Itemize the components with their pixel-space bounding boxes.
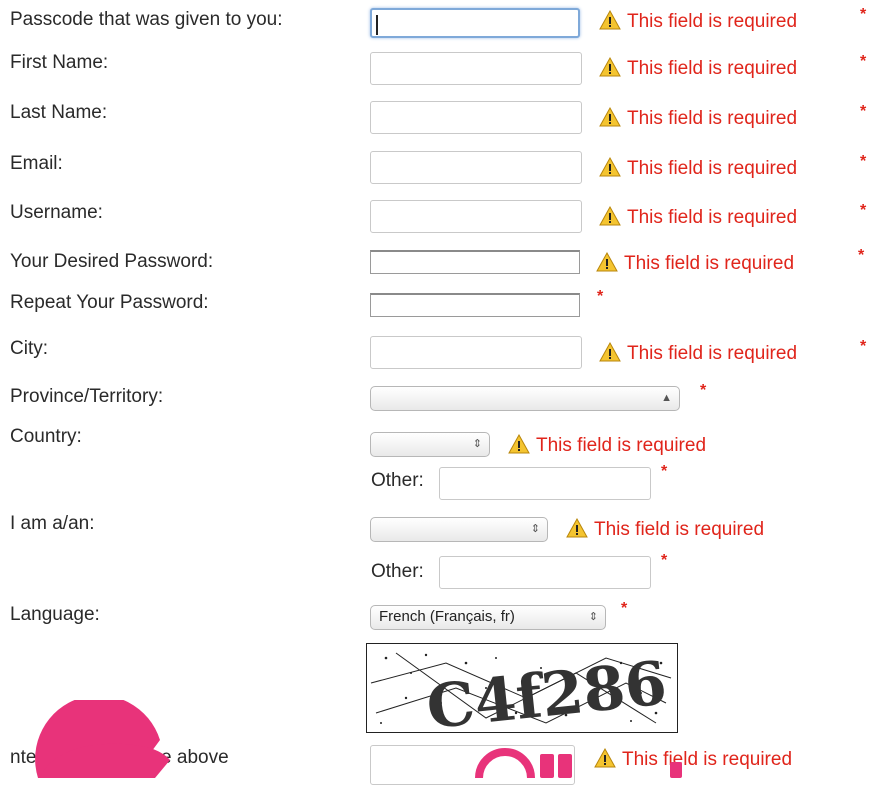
- required-star: *: [860, 103, 867, 120]
- label-password: Your Desired Password:: [10, 251, 214, 272]
- label-language: Language:: [10, 604, 100, 625]
- warning-icon: [599, 206, 621, 226]
- overlay-blob: [40, 743, 170, 778]
- label-province: Province/Territory:: [10, 386, 164, 407]
- label-occupation: I am a/an:: [10, 513, 95, 534]
- country-other-label: Other:: [371, 470, 424, 491]
- language-selected-value: French (Français, fr): [379, 608, 515, 625]
- label-repeat-password: Repeat Your Password:: [10, 292, 209, 313]
- required-star: *: [700, 382, 707, 399]
- required-star: *: [661, 463, 668, 480]
- required-star: *: [860, 338, 867, 355]
- passcode-error: This field is required: [599, 10, 797, 33]
- warning-icon: [599, 157, 621, 177]
- required-star: *: [621, 600, 628, 617]
- select-arrows-icon: ⇕: [588, 611, 598, 623]
- required-star: *: [597, 288, 604, 305]
- repeat-password-input[interactable]: [370, 293, 580, 317]
- language-select[interactable]: French (Français, fr) ⇕: [370, 605, 606, 630]
- country-error: This field is required: [508, 434, 706, 457]
- required-star: *: [860, 53, 867, 70]
- username-error: This field is required: [599, 206, 797, 229]
- required-star: *: [661, 552, 668, 569]
- required-star: *: [860, 6, 867, 23]
- last-name-input[interactable]: [370, 101, 582, 134]
- warning-icon: [599, 107, 621, 127]
- required-star: *: [858, 247, 865, 264]
- select-arrows-icon: ▲: [661, 392, 672, 404]
- warning-icon: [566, 518, 588, 538]
- label-last-name: Last Name:: [10, 102, 108, 123]
- label-country: Country:: [10, 426, 82, 447]
- occupation-select[interactable]: ⇕: [370, 517, 548, 542]
- first-name-error: This field is required: [599, 57, 797, 80]
- occupation-error: This field is required: [566, 518, 764, 541]
- label-first-name: First Name:: [10, 52, 109, 73]
- label-username: Username:: [10, 202, 103, 223]
- warning-icon: [508, 434, 530, 454]
- warning-icon: [599, 57, 621, 77]
- warning-icon: [599, 10, 621, 30]
- email-input[interactable]: [370, 151, 582, 184]
- select-arrows-icon: ⇕: [530, 523, 540, 535]
- password-error: This field is required: [596, 252, 794, 275]
- occupation-other-input[interactable]: [439, 556, 651, 589]
- warning-icon: [596, 252, 618, 272]
- password-input[interactable]: [370, 250, 580, 274]
- city-error: This field is required: [599, 342, 797, 365]
- passcode-input[interactable]: [370, 8, 580, 38]
- email-error: This field is required: [599, 157, 797, 180]
- occupation-other-label: Other:: [371, 561, 424, 582]
- text-caret: [376, 15, 378, 35]
- label-city: City:: [10, 338, 48, 359]
- username-input[interactable]: [370, 200, 582, 233]
- first-name-input[interactable]: [370, 52, 582, 85]
- warning-icon: [599, 342, 621, 362]
- country-select[interactable]: ⇕: [370, 432, 490, 457]
- last-name-error: This field is required: [599, 107, 797, 130]
- required-star: *: [860, 153, 867, 170]
- select-arrows-icon: ⇕: [472, 438, 482, 450]
- label-email: Email:: [10, 153, 63, 174]
- required-star: *: [860, 202, 867, 219]
- city-input[interactable]: [370, 336, 582, 369]
- label-passcode: Passcode that was given to you:: [10, 9, 283, 30]
- province-select[interactable]: ▲: [370, 386, 680, 411]
- country-other-input[interactable]: [439, 467, 651, 500]
